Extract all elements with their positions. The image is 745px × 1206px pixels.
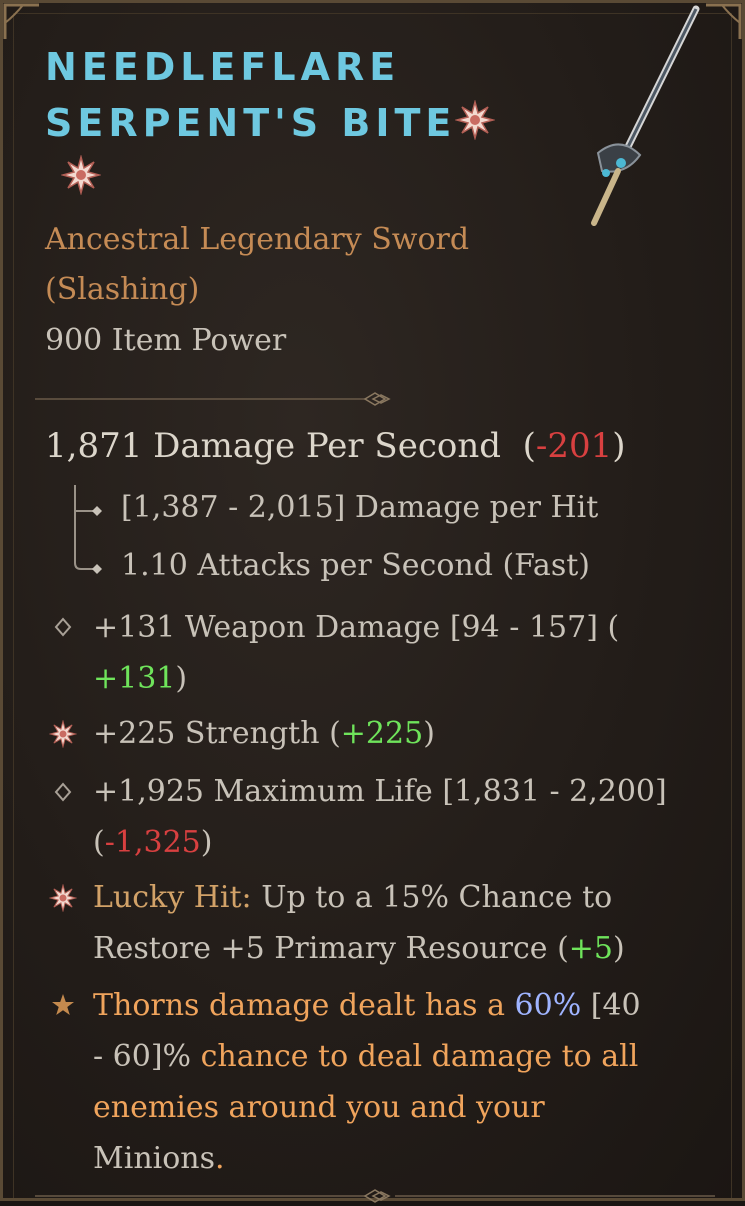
affix-lucky-hit-label: Lucky Hit:: [93, 880, 252, 915]
affix-legendary-power: Thorns damage dealt has a 60% [40- 60]% …: [93, 980, 703, 1184]
item-tooltip: NEEDLEFLARE SERPENT'S BITE Ancestral Leg…: [0, 0, 745, 1203]
dps-delta: -201: [535, 426, 613, 466]
frame-corner-ornament: [3, 3, 39, 39]
section-divider: [35, 1189, 715, 1203]
affix-lucky-hit: Lucky Hit: Up to a 15% Chance to Restore …: [93, 880, 625, 966]
affix-weapon-damage: +131 Weapon Damage [94 - 157] (+131): [93, 610, 620, 696]
stat-tree-connector: [74, 485, 102, 574]
legendary-text-part1: Thorns damage dealt has a: [93, 988, 505, 1023]
legendary-text-part2: chance to deal damage to all: [200, 1039, 639, 1074]
affix-strength-delta: +225: [340, 716, 424, 751]
legendary-range-b: - 60]%: [93, 1039, 192, 1074]
item-type-line1: Ancestral Legendary Sword: [45, 222, 470, 257]
affix-maximum-life-delta: -1,325: [104, 825, 201, 860]
item-type-line2: (Slashing): [45, 272, 200, 307]
greater-affix-star-icon: [61, 155, 101, 195]
damage-per-second: 1,871 Damage Per Second (-201): [45, 426, 626, 466]
damage-per-hit: [1,387 - 2,015] Damage per Hit: [121, 490, 599, 525]
legendary-period: .: [215, 1141, 225, 1176]
affix-strength: +225 Strength (+225): [93, 716, 435, 751]
affix-maximum-life-text: +1,925 Maximum Life [1,831 - 2,200]: [93, 774, 667, 809]
affix-lucky-hit-delta: +5: [568, 931, 614, 966]
section-divider: [35, 392, 391, 406]
affix-weapon-damage-text: +131 Weapon Damage [94 - 157] (: [93, 610, 620, 645]
item-name-line1: NEEDLEFLARE: [45, 45, 401, 89]
affix-lucky-hit-text2: Restore +5 Primary Resource (: [93, 931, 569, 966]
attacks-per-second: 1.10 Attacks per Second (Fast): [121, 548, 590, 583]
sword-icon: [591, 5, 700, 226]
legendary-text-line4: Minions: [93, 1141, 216, 1176]
legendary-value: 60%: [514, 988, 582, 1023]
dps-value: 1,871 Damage Per Second: [45, 426, 501, 466]
affix-weapon-damage-delta: +131: [93, 661, 176, 696]
greater-affix-star-icon: [49, 884, 77, 912]
item-type: Ancestral Legendary Sword (Slashing): [45, 215, 469, 315]
affix-lucky-hit-text1: Up to a 15% Chance to: [261, 880, 613, 915]
item-name-line2: SERPENT'S BITE: [45, 101, 457, 145]
affix-strength-text: +225 Strength (: [93, 716, 341, 751]
diamond-bullet-icon: [54, 782, 72, 802]
item-power: 900 Item Power: [45, 323, 287, 358]
legendary-range-a: [40: [590, 988, 641, 1023]
item-name: NEEDLEFLARE SERPENT'S BITE: [45, 39, 456, 151]
legendary-star-icon: [52, 994, 74, 1015]
affix-maximum-life: +1,925 Maximum Life [1,831 - 2,200] (-1,3…: [93, 774, 667, 860]
diamond-bullet-icon: [54, 617, 72, 637]
greater-affix-star-icon: [455, 100, 495, 140]
greater-affix-star-icon: [49, 720, 77, 748]
legendary-text-line3: enemies around you and your: [93, 1090, 545, 1125]
